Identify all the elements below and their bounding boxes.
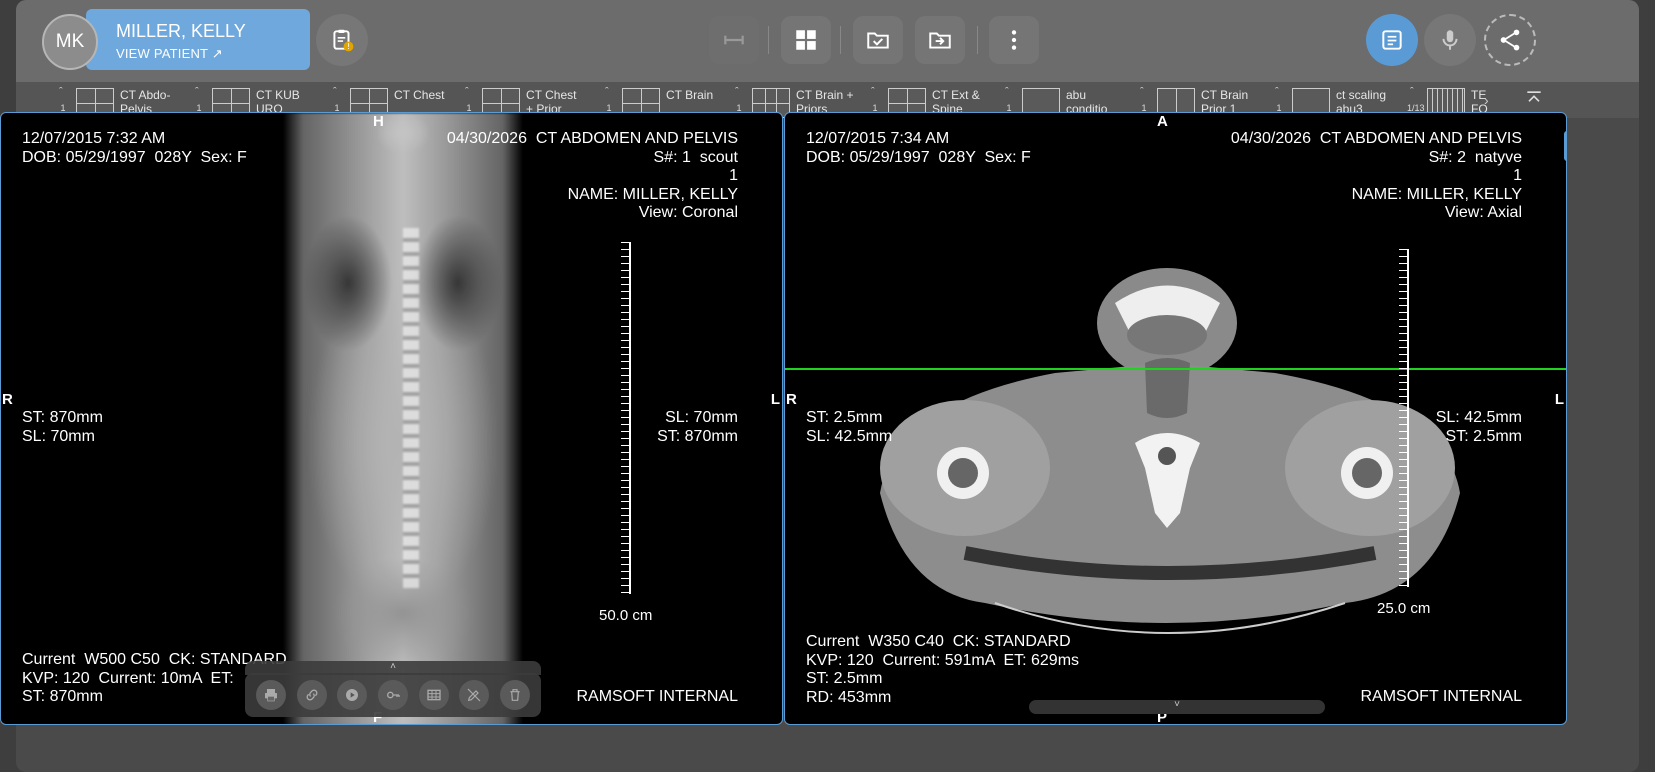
chevron-up-icon [1527,91,1541,102]
orientation-top: A [1157,113,1168,130]
report-button[interactable] [1366,14,1418,66]
study-check-button[interactable] [853,16,903,64]
scale-label: 25.0 cm [1377,600,1431,617]
hide-annotations-button[interactable] [459,680,490,710]
key-icon [386,691,400,699]
orientation-right: L [1554,391,1564,408]
collapse-strip-button[interactable] [1524,88,1544,108]
viewport-toolbar-collapsed-tab[interactable]: ˅ [1029,700,1325,714]
toolbar-divider [977,26,978,54]
key-image-button[interactable] [377,680,408,710]
side-panel-tab[interactable] [1564,131,1566,161]
overlay-top-right: 04/30/2026 CT ABDOMEN AND PELVIS S#: 1 s… [446,130,738,221]
print-icon [265,689,278,702]
folder-export-icon [929,32,951,49]
overlay-top-right: 04/30/2026 CT ABDOMEN AND PELVIS S#: 2 n… [1230,130,1522,221]
more-options-button[interactable] [989,16,1039,64]
trash-icon [509,689,520,701]
patient-banner[interactable]: MILLER, KELLY VIEW PATIENT ↗ [86,9,310,70]
scale-ruler [621,242,631,594]
folder-check-icon [867,32,889,49]
orientation-left: R [2,391,13,408]
pencil-off-icon [467,688,481,702]
ruler-icon [724,35,744,45]
play-icon [346,689,359,701]
order-info-button[interactable]: ! [316,14,368,66]
overlay-mid-left: ST: 2.5mm SL: 42.5mm [806,409,893,445]
toolbar-divider [840,26,841,54]
overlay-mid-right: SL: 70mm ST: 870mm [657,409,738,445]
avatar[interactable]: MK [42,14,98,70]
print-button[interactable] [256,680,287,710]
orientation-right: L [770,391,780,408]
scout-spine [403,228,419,588]
scale-label: 50.0 cm [599,607,653,624]
viewport-axial[interactable]: 12/07/2015 7:34 AM DOB: 05/29/1997 028Y … [784,112,1567,725]
grid-button[interactable] [418,680,449,710]
chevron-right-icon[interactable]: › [1484,92,1489,108]
share-icon [1500,29,1520,51]
overlay-bottom-left: Current W350 C40 CK: STANDARD KVP: 120 C… [806,633,1080,706]
more-vertical-icon [1011,30,1017,50]
share-button[interactable] [1484,14,1536,66]
reference-line[interactable] [785,368,1566,370]
viewport-coronal[interactable]: 12/07/2015 7:32 AM DOB: 05/29/1997 028Y … [0,112,783,725]
svg-text:!: ! [347,42,350,51]
scale-ruler [1399,249,1409,587]
orientation-left: R [786,391,797,408]
table-icon [426,689,441,701]
layout-button[interactable] [781,16,831,64]
orientation-top: H [373,113,384,130]
toolbar-divider [768,26,769,54]
microphone-icon [1442,30,1458,50]
overlay-top-left: 12/07/2015 7:32 AM DOB: 05/29/1997 028Y … [22,130,247,166]
patient-name: MILLER, KELLY [116,21,246,41]
cine-play-button[interactable] [337,680,368,710]
overlay-mid-left: ST: 870mm SL: 70mm [22,409,103,445]
overlay-bottom-right: RAMSOFT INTERNAL [1360,688,1523,705]
export-button[interactable] [915,16,965,64]
dictation-button[interactable] [1424,14,1476,66]
overlay-bottom-right: RAMSOFT INTERNAL [576,688,739,705]
viewport-tool-bar [245,673,541,717]
axial-ct-image [880,268,1460,634]
clipboard-alert-icon: ! [333,29,354,52]
overlay-mid-right: SL: 42.5mm ST: 2.5mm [1435,409,1522,445]
delete-button[interactable] [499,680,530,710]
overlay-top-left: 12/07/2015 7:34 AM DOB: 05/29/1997 028Y … [806,130,1031,166]
view-patient-link[interactable]: VIEW PATIENT ↗ [116,46,310,62]
report-icon [1382,30,1402,50]
link-icon [306,689,318,701]
link-button[interactable] [296,680,327,710]
measure-tool-button[interactable] [709,16,759,64]
grid-layout-icon [796,30,816,50]
